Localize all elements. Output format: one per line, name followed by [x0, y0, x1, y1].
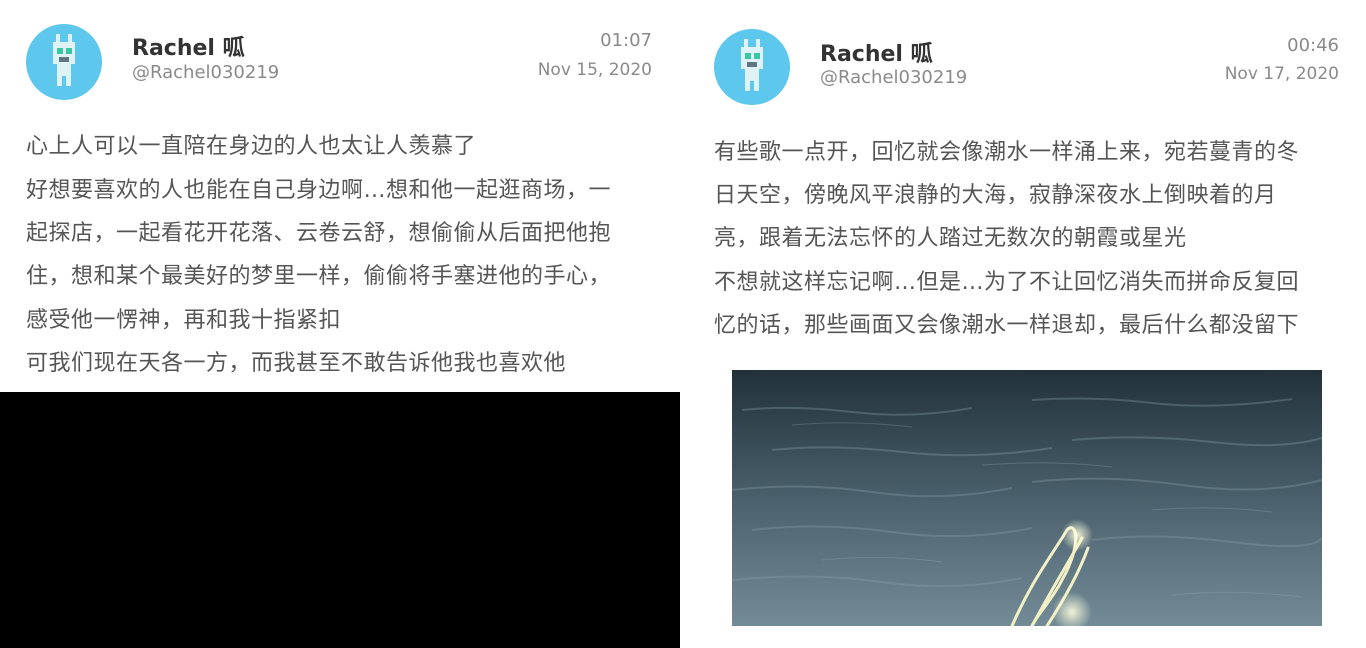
post-text-line: 可我们现在天各一方，而我甚至不敢告诉他我也喜欢他: [26, 351, 567, 376]
author-name[interactable]: Rachel 呱: [820, 36, 933, 68]
post-text-line: 心上人可以一直陪在身边的人也太让人羡慕了: [26, 134, 477, 159]
post-date: Nov 15, 2020: [537, 60, 652, 80]
avatar[interactable]: [26, 24, 102, 100]
water-photo: [732, 370, 1322, 626]
robot-avatar-icon: [741, 39, 763, 91]
post-text-line: 感受他一愣神，再和我十指紧扣: [26, 308, 342, 333]
post-text-line: 日天空，傍晚风平浪静的大海，寂静深夜水上倒映着的月: [714, 183, 1277, 208]
avatar[interactable]: [714, 29, 790, 105]
post-image-water-light-trail[interactable]: [732, 370, 1322, 626]
post-card-1[interactable]: Rachel 呱 @Rachel030219 01:07 Nov 15, 202…: [0, 0, 680, 648]
post-text-line: 忆的话，那些画面又会像潮水一样退却，最后什么都没留下: [714, 313, 1300, 338]
post-card-2[interactable]: Rachel 呱 @Rachel030219 00:46 Nov 17, 202…: [688, 0, 1366, 648]
post-text-line: 好想要喜欢的人也能在自己身边啊…想和他一起逛商场，一: [26, 178, 612, 203]
author-name[interactable]: Rachel 呱: [132, 30, 245, 62]
author-handle[interactable]: @Rachel030219: [820, 67, 967, 88]
author-handle[interactable]: @Rachel030219: [132, 62, 279, 83]
post-text-line: 起探店，一起看花开花落、云卷云舒，想偷偷从后面把他抱: [26, 221, 612, 246]
post-time: 00:46: [1287, 35, 1339, 56]
post-text-line: 住，想和某个最美好的梦里一样，偷偷将手塞进他的手心，: [26, 264, 612, 289]
post-text-line: 不想就这样忘记啊…但是…为了不让回忆消失而拼命反复回: [714, 270, 1300, 295]
post-date: Nov 17, 2020: [1224, 64, 1339, 84]
post-time: 01:07: [600, 30, 652, 51]
post-text-line: 亮，跟着无法忘怀的人踏过无数次的朝霞或星光: [714, 226, 1187, 251]
blank-media-area: [0, 392, 680, 648]
post-text-line: 有些歌一点开，回忆就会像潮水一样涌上来，宛若蔓青的冬: [714, 140, 1300, 165]
robot-avatar-icon: [53, 34, 75, 86]
